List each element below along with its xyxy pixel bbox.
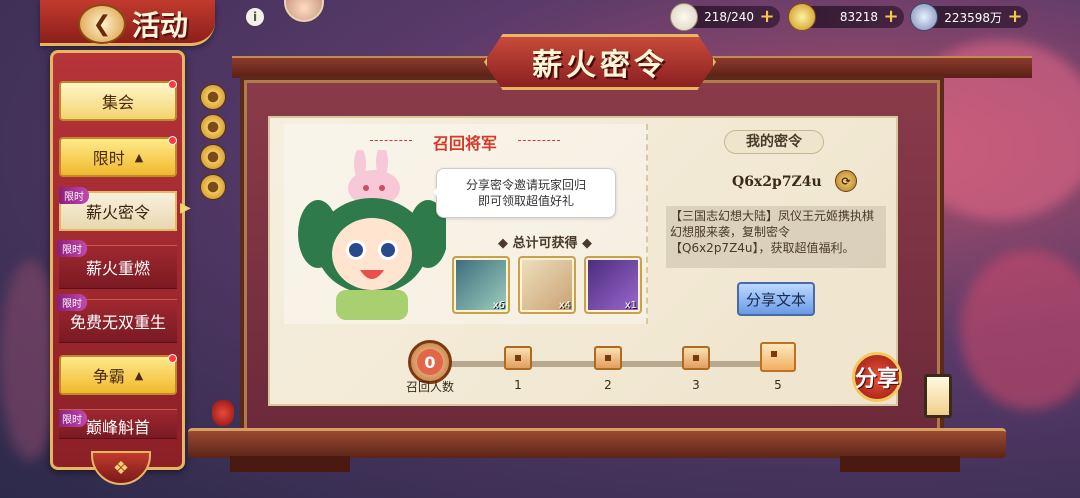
notification-dot (168, 136, 177, 145)
milestone-chest[interactable] (682, 346, 710, 370)
add-gold-button[interactable]: + (882, 8, 900, 26)
resource-gold-value: 83218 (839, 10, 878, 24)
milestone-chest[interactable] (504, 346, 532, 370)
reward-count: x6 (492, 300, 505, 311)
lantern-icon (924, 374, 952, 418)
sidebar-category-label: 争霸 (92, 367, 125, 386)
recall-count-value: 0 (417, 349, 443, 375)
chevron-up-icon: ▲ (134, 368, 144, 382)
background-blossom (960, 250, 1080, 410)
sidebar-ornament: ❖ (91, 451, 151, 485)
reward-item-purple-emblem[interactable]: x1 (584, 256, 642, 314)
invite-bubble: 分享密令邀请玩家回归 即可领取超值好礼 (433, 168, 616, 218)
bun-icon (670, 3, 698, 31)
character-illustration (298, 150, 446, 320)
lucky-pouch-icon (212, 400, 234, 426)
board-stand (188, 428, 1006, 458)
stand-leg (840, 456, 960, 472)
gold-ingot-icon (788, 3, 816, 31)
add-silver-button[interactable]: + (1006, 8, 1024, 26)
resource-silver: 223598万 + (910, 3, 1028, 31)
active-indicator-icon: ▶ (180, 200, 191, 216)
reward-count: x1 (624, 300, 637, 311)
coin-icon (200, 174, 226, 200)
coin-icon (200, 144, 226, 170)
milestone-chest-large[interactable] (760, 342, 796, 372)
my-code-title: 我的密令 (724, 130, 824, 154)
title-banner (40, 0, 215, 46)
resource-gold: 83218 + (788, 3, 904, 31)
limited-tag: 限时 (57, 240, 87, 257)
back-arrow-icon: ❮ (92, 11, 112, 37)
reward-count: x4 (558, 300, 571, 311)
event-banner: 薪火密令 (484, 34, 716, 90)
notification-dot (168, 80, 177, 89)
copy-icon[interactable]: ⟳ (835, 170, 857, 192)
event-title: 薪火密令 (532, 48, 668, 83)
coin-icon (200, 84, 226, 110)
share-text-button[interactable]: 分享文本 (737, 282, 815, 316)
bubble-text-line2: 即可领取超值好礼 (477, 194, 574, 208)
page-title: 活动 (132, 9, 189, 42)
code-description: 【三国志幻想大陆】凤仪王元姬携执棋幻想服来袭，复制密令【Q6x2p7Z4u】，获… (666, 206, 886, 268)
sidebar-item-gathering[interactable]: 集会 (59, 80, 177, 121)
stand-leg (230, 456, 350, 472)
limited-tag: 限时 (59, 187, 89, 204)
sidebar-item-label: 免费无双重生 (69, 313, 166, 332)
limited-tag: 限时 (57, 294, 87, 311)
back-button[interactable]: ❮ (78, 4, 126, 44)
resource-silver-value: 223598万 (944, 10, 1002, 25)
sidebar-category-contest[interactable]: 争霸 ▲ (59, 354, 177, 395)
sidebar: 集会 限时 ▲ 限时 薪火密令 限时 薪火重燃 限时 免费无双重生 争霸 ▲ 限… (50, 50, 185, 485)
bubble-text-line1: 分享密令邀请玩家回归 (465, 178, 586, 192)
sidebar-category-limited[interactable]: 限时 ▲ (59, 136, 177, 177)
chevron-up-icon: ▲ (134, 150, 144, 164)
reward-item-scroll-map[interactable]: x4 (518, 256, 576, 314)
milestone-label: 5 (774, 378, 782, 392)
milestone-label: 3 (692, 378, 700, 392)
coin-icon (200, 114, 226, 140)
recall-count-label: 召回人数 (405, 380, 454, 394)
info-icon[interactable]: i (246, 8, 264, 26)
sidebar-item-label: 薪火密令 (85, 203, 150, 222)
resource-stamina: 218/240 + (670, 3, 780, 31)
sidebar-item-peak[interactable]: 限时 巅峰斛首 (59, 409, 177, 439)
sidebar-item-label: 集会 (101, 93, 134, 112)
sidebar-item-xinhuo-chongran[interactable]: 限时 薪火重燃 (57, 240, 177, 289)
milestone-label: 2 (604, 378, 612, 392)
add-stamina-button[interactable]: + (758, 8, 776, 26)
avatar[interactable] (284, 0, 324, 22)
coin-decoration (198, 80, 228, 240)
limited-tag: 限时 (59, 410, 87, 427)
sidebar-item-xinhuo-miling[interactable]: 限时 薪火密令 (59, 187, 177, 231)
resource-stamina-value: 218/240 (704, 10, 754, 24)
milestone-chest[interactable] (594, 346, 622, 370)
total-rewards-label: ◆ 总计可获得 ◆ (497, 236, 593, 251)
sidebar-category-label: 限时 (92, 149, 125, 168)
sidebar-item-free-rebirth[interactable]: 限时 免费无双重生 (57, 294, 177, 343)
coin-icon (910, 3, 938, 31)
notification-dot (168, 354, 177, 363)
total-rewards-text: 总计可获得 (512, 236, 578, 251)
sidebar-item-label: 巅峰斛首 (85, 418, 150, 437)
share-button[interactable]: 分享 (852, 352, 902, 402)
milestone-label: 1 (514, 378, 522, 392)
code-value: Q6x2p7Z4u (732, 174, 822, 190)
sidebar-item-label: 薪火重燃 (85, 259, 150, 278)
reward-item-green-token[interactable]: x6 (452, 256, 510, 314)
